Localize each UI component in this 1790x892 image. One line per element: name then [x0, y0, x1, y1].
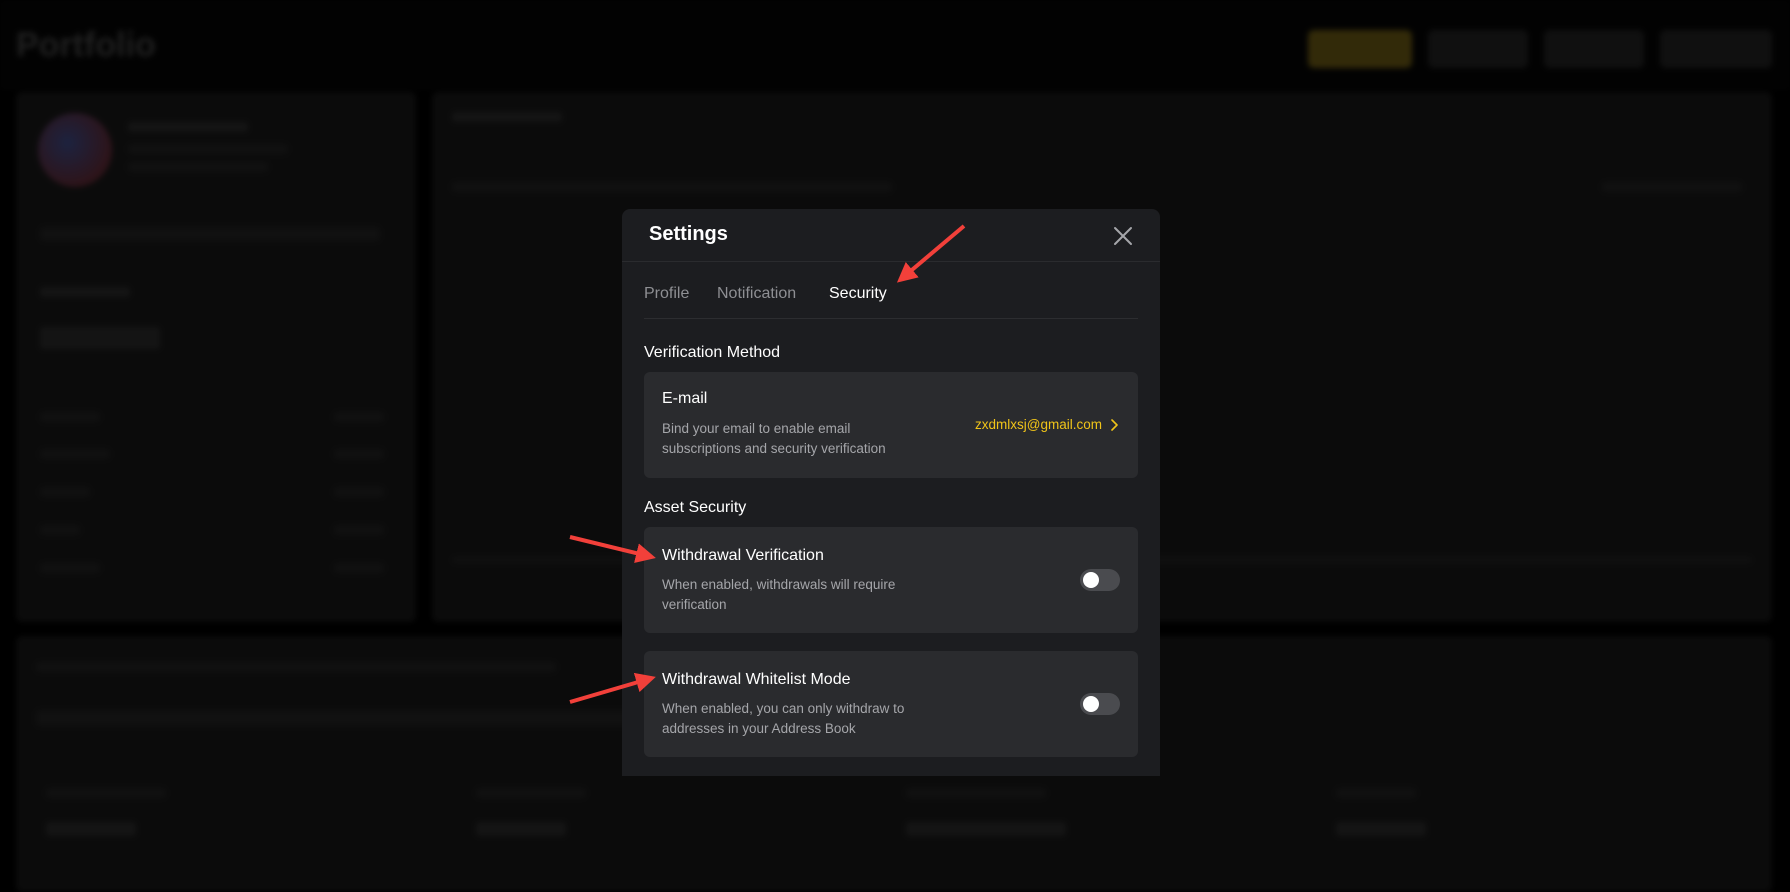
chevron-right-icon: [1111, 418, 1118, 431]
tab-profile[interactable]: Profile: [644, 285, 689, 303]
toggle-knob: [1083, 572, 1099, 588]
withdrawal-whitelist-card: Withdrawal Whitelist Mode When enabled, …: [644, 651, 1138, 757]
withdrawal-verification-card: Withdrawal Verification When enabled, wi…: [644, 527, 1138, 633]
tab-notification[interactable]: Notification: [717, 285, 796, 303]
tab-security[interactable]: Security: [829, 285, 887, 303]
withdrawal-verification-description: When enabled, withdrawals will require v…: [662, 577, 896, 612]
email-value: zxdmlxsj@gmail.com: [975, 417, 1102, 432]
close-icon[interactable]: [1112, 225, 1134, 247]
settings-modal: Settings Profile Notification Security V…: [622, 209, 1160, 776]
asset-security-heading: Asset Security: [644, 499, 747, 516]
modal-header: Settings: [622, 209, 1160, 262]
email-link[interactable]: zxdmlxsj@gmail.com: [975, 417, 1118, 432]
email-card-description: Bind your email to enable email subscrip…: [662, 421, 886, 456]
withdrawal-verification-title: Withdrawal Verification: [662, 547, 824, 564]
withdrawal-whitelist-toggle[interactable]: [1080, 693, 1120, 715]
toggle-knob: [1083, 696, 1099, 712]
email-card-title: E-mail: [662, 390, 708, 407]
settings-tabs: Profile Notification Security: [644, 269, 1138, 319]
email-card[interactable]: E-mail Bind your email to enable email s…: [644, 372, 1138, 478]
modal-title: Settings: [649, 223, 728, 245]
withdrawal-whitelist-title: Withdrawal Whitelist Mode: [662, 671, 851, 688]
verification-method-heading: Verification Method: [644, 344, 781, 361]
withdrawal-whitelist-description: When enabled, you can only withdraw to a…: [662, 701, 905, 736]
withdrawal-verification-toggle[interactable]: [1080, 569, 1120, 591]
